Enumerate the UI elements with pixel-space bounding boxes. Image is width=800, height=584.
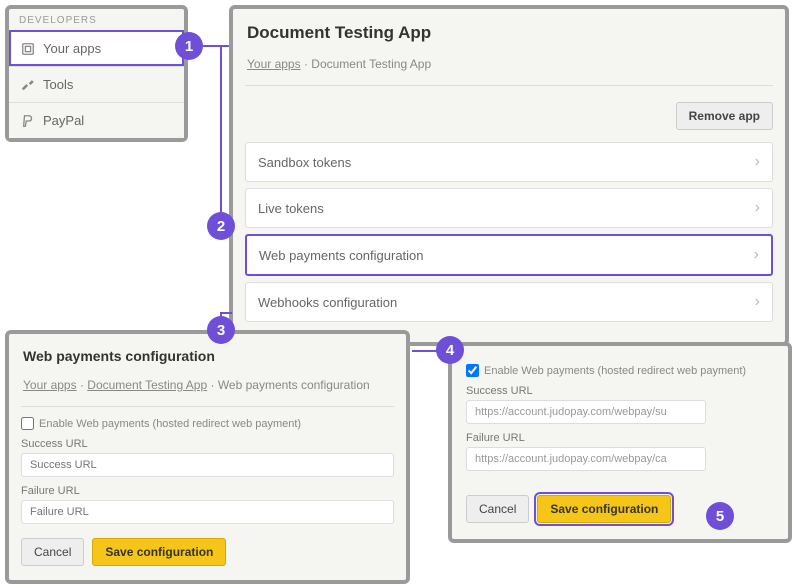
save-configuration-button[interactable]: Save configuration (92, 538, 226, 566)
row-web-payments-config[interactable]: Web payments configuration › (245, 234, 773, 276)
success-url-input[interactable] (21, 453, 394, 477)
breadcrumb: Your apps · Document Testing App (245, 53, 773, 81)
chevron-right-icon: › (754, 246, 759, 264)
page-title: Document Testing App (245, 17, 773, 53)
connector (220, 312, 232, 314)
divider (245, 85, 773, 86)
sidebar-header: DEVELOPERS (9, 9, 184, 30)
step-badge-3: 3 (207, 316, 235, 344)
success-url-label: Success URL (466, 385, 774, 397)
sidebar-item-tools[interactable]: Tools (9, 66, 184, 102)
chevron-right-icon: › (755, 153, 760, 171)
failure-url-label: Failure URL (21, 485, 394, 497)
step-badge-2: 2 (207, 212, 235, 240)
divider (21, 406, 394, 407)
apps-icon (21, 42, 35, 56)
breadcrumb-root[interactable]: Your apps (23, 378, 77, 392)
failure-url-label: Failure URL (466, 432, 774, 444)
paypal-icon (21, 114, 35, 128)
breadcrumb-root[interactable]: Your apps (247, 57, 301, 71)
sidebar-item-label: Tools (43, 77, 73, 92)
breadcrumb-current: Document Testing App (311, 57, 431, 71)
connector (220, 45, 222, 225)
tools-icon (21, 78, 35, 92)
sidebar-item-paypal[interactable]: PayPal (9, 102, 184, 138)
sidebar-item-label: Your apps (43, 41, 101, 56)
developers-sidebar: DEVELOPERS Your apps Tools PayPal (5, 5, 188, 142)
breadcrumb-current: Web payments configuration (218, 378, 370, 392)
sidebar-item-label: PayPal (43, 113, 84, 128)
row-label: Sandbox tokens (258, 155, 351, 170)
chevron-right-icon: › (755, 293, 760, 311)
web-payments-config-panel: Web payments configuration Your apps · D… (5, 330, 410, 584)
enable-web-payments-checkbox[interactable] (21, 417, 34, 430)
chevron-right-icon: › (755, 199, 760, 217)
row-label: Web payments configuration (259, 248, 424, 263)
row-label: Live tokens (258, 201, 324, 216)
breadcrumb: Your apps · Document Testing App · Web p… (21, 374, 394, 402)
save-configuration-button[interactable]: Save configuration (537, 495, 671, 523)
success-url-input[interactable] (466, 400, 706, 424)
failure-url-input[interactable] (466, 447, 706, 471)
step-badge-4: 4 (436, 336, 464, 364)
cancel-button[interactable]: Cancel (21, 538, 84, 566)
remove-app-button[interactable]: Remove app (676, 102, 773, 130)
breadcrumb-mid[interactable]: Document Testing App (87, 378, 207, 392)
step-badge-1: 1 (175, 32, 203, 60)
cancel-button[interactable]: Cancel (466, 495, 529, 523)
enable-label: Enable Web payments (hosted redirect web… (484, 365, 746, 377)
row-label: Webhooks configuration (258, 295, 397, 310)
success-url-label: Success URL (21, 438, 394, 450)
failure-url-input[interactable] (21, 500, 394, 524)
sidebar-item-your-apps[interactable]: Your apps (9, 30, 184, 66)
row-live-tokens[interactable]: Live tokens › (245, 188, 773, 228)
app-panel: Document Testing App Your apps · Documen… (229, 5, 789, 346)
row-sandbox-tokens[interactable]: Sandbox tokens › (245, 142, 773, 182)
page-title: Web payments configuration (21, 344, 394, 374)
enable-web-payments-checkbox[interactable] (466, 364, 479, 377)
enable-label: Enable Web payments (hosted redirect web… (39, 418, 301, 430)
web-payments-config-filled-panel: Enable Web payments (hosted redirect web… (448, 342, 792, 543)
row-webhooks-config[interactable]: Webhooks configuration › (245, 282, 773, 322)
step-badge-5: 5 (706, 502, 734, 530)
